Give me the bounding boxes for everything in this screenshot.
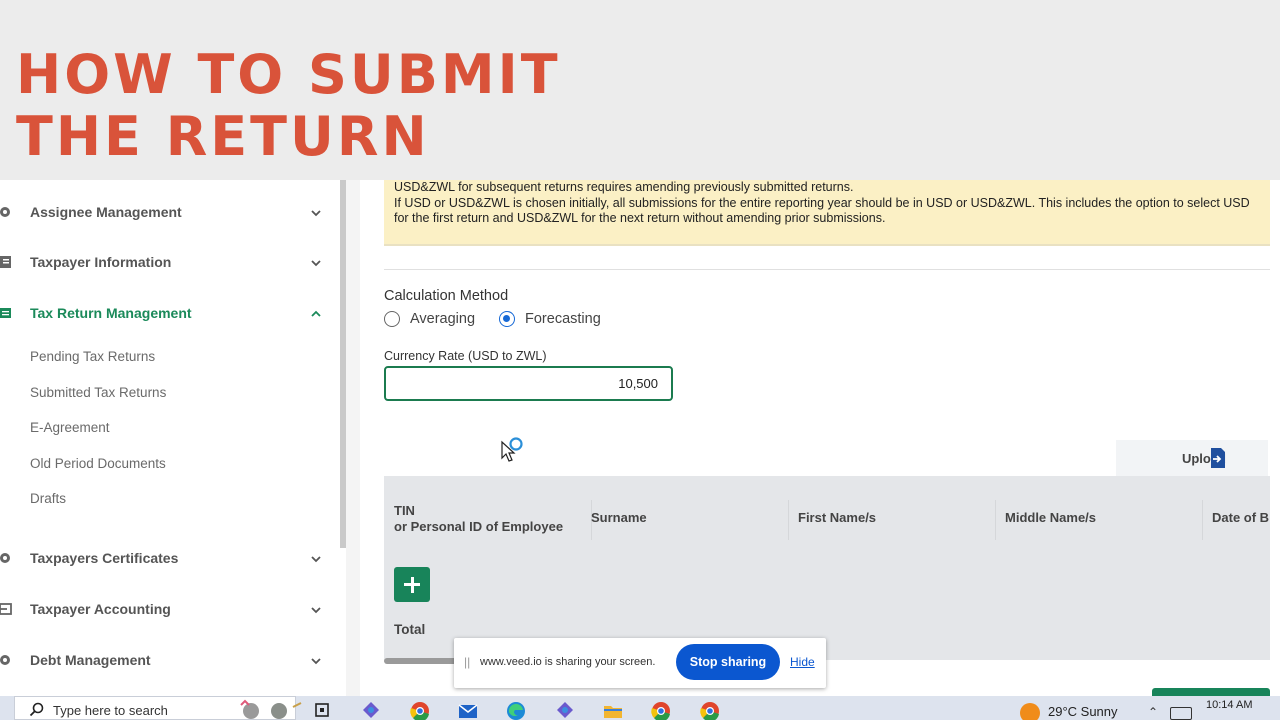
sidebar-item-label: Tax Return Management — [30, 305, 192, 321]
upload-button[interactable]: Upload — [1116, 440, 1268, 476]
weather-sun-icon[interactable] — [1020, 703, 1040, 720]
table-header-tin: TIN or Personal ID of Employee — [394, 503, 564, 534]
chevron-down-icon — [311, 210, 321, 217]
sidebar-item-debt-management[interactable]: Debt Management — [0, 640, 340, 680]
column-separator — [1202, 500, 1203, 540]
banner-title: HOW TO SUBMIT THE RETURN — [16, 43, 561, 168]
sidebar-subitem-e-agreement[interactable]: E-Agreement — [30, 420, 110, 435]
table-header-date-of-birth: Date of B — [1212, 510, 1270, 525]
copilot-icon[interactable] — [554, 700, 576, 720]
chevron-down-icon — [311, 658, 321, 665]
search-icon — [29, 702, 44, 717]
radio-averaging[interactable]: Averaging — [384, 310, 475, 328]
radio-label: Averaging — [410, 311, 476, 327]
chrome-icon[interactable] — [409, 700, 431, 720]
calculation-method-label: Calculation Method — [384, 288, 509, 304]
mail-icon[interactable] — [457, 700, 479, 720]
hide-link[interactable]: Hide — [790, 655, 815, 669]
notice-line-1: USD&ZWL for subsequent returns requires … — [394, 180, 854, 194]
login-icon — [0, 603, 12, 615]
copilot-icon[interactable] — [360, 700, 382, 720]
table-header-first-name: First Name/s — [798, 510, 877, 525]
document-icon — [0, 256, 11, 268]
currency-rate-label: Currency Rate (USD to ZWL) — [384, 349, 547, 363]
chevron-up-icon — [311, 310, 321, 317]
gear-icon — [0, 655, 10, 665]
birds-illustration-icon — [240, 699, 302, 719]
table-header-middle-name: Middle Name/s — [1005, 510, 1097, 525]
column-separator — [788, 500, 789, 540]
gear-icon — [0, 553, 10, 563]
add-row-button[interactable] — [394, 567, 430, 602]
chrome-icon[interactable] — [699, 700, 721, 720]
sidebar-item-taxpayer-accounting[interactable]: Taxpayer Accounting — [0, 589, 340, 629]
chevron-down-icon — [311, 260, 321, 267]
drag-handle-icon[interactable]: || — [464, 655, 470, 669]
mouse-cursor-icon — [501, 437, 523, 462]
sidebar-item-tax-return-management[interactable]: Tax Return Management — [0, 293, 340, 333]
sidebar-subitem-old-period-documents[interactable]: Old Period Documents — [30, 456, 166, 471]
employee-table: TIN or Personal ID of Employee Surname F… — [384, 476, 1270, 660]
upload-file-icon — [1211, 448, 1225, 468]
chevron-down-icon — [311, 607, 321, 614]
sidebar-item-taxpayer-information[interactable]: Taxpayer Information — [0, 242, 340, 282]
sidebar-item-label: Taxpayers Certificates — [30, 550, 179, 566]
table-header-surname: Surname — [591, 510, 647, 525]
sidebar-subitem-drafts[interactable]: Drafts — [30, 491, 66, 506]
currency-notice: USD&ZWL for subsequent returns requires … — [384, 180, 1270, 246]
search-placeholder: Type here to search — [53, 703, 168, 718]
sidebar-scroll-track — [346, 180, 360, 696]
sidebar-subitem-pending-tax-returns[interactable]: Pending Tax Returns — [30, 349, 155, 364]
stop-sharing-button[interactable]: Stop sharing — [676, 644, 780, 680]
clock-time[interactable]: 10:14 AM — [1206, 699, 1252, 711]
section-divider — [384, 269, 1270, 270]
sidebar-subitem-submitted-tax-returns[interactable]: Submitted Tax Returns — [30, 385, 166, 400]
list-icon — [0, 308, 11, 318]
chevron-down-icon — [311, 556, 321, 563]
total-label: Total — [394, 622, 426, 637]
screen-sharing-bar: || www.veed.io is sharing your screen. S… — [454, 638, 826, 688]
notice-line-2: If USD or USD&ZWL is chosen initially, a… — [394, 196, 1250, 225]
windows-taskbar: Type here to search 29°C Sunny ⌃ 10:14 A… — [0, 696, 1280, 720]
sidebar-item-taxpayers-certificates[interactable]: Taxpayers Certificates — [0, 538, 340, 578]
weather-text[interactable]: 29°C Sunny — [1048, 704, 1118, 719]
sharing-status-text: www.veed.io is sharing your screen. — [480, 656, 656, 668]
sidebar-item-label: Taxpayer Accounting — [30, 601, 171, 617]
gear-icon — [0, 207, 10, 217]
file-explorer-icon[interactable] — [602, 700, 624, 720]
radio-forecasting[interactable]: Forecasting — [499, 310, 601, 328]
sidebar-item-label: Assignee Management — [30, 204, 182, 220]
sidebar-item-label: Debt Management — [30, 652, 151, 668]
radio-label: Forecasting — [525, 311, 601, 327]
edge-icon[interactable] — [505, 700, 527, 720]
chrome-icon[interactable] — [650, 700, 672, 720]
sidebar-item-assignee-management[interactable]: Assignee Management — [0, 192, 340, 232]
table-horizontal-scrollbar[interactable] — [384, 658, 464, 664]
radio-circle-selected — [499, 311, 515, 327]
column-separator — [995, 500, 996, 540]
chevron-up-icon[interactable]: ⌃ — [1148, 705, 1158, 719]
radio-circle — [384, 311, 400, 327]
sidebar: Assignee Management Taxpayer Information… — [0, 180, 340, 696]
sidebar-item-label: Taxpayer Information — [30, 254, 172, 270]
keyboard-icon[interactable] — [1170, 707, 1192, 720]
title-banner: HOW TO SUBMIT THE RETURN — [0, 0, 1280, 180]
taskbar-search-box[interactable]: Type here to search — [14, 696, 302, 720]
currency-rate-input[interactable] — [384, 366, 673, 401]
submit-button-partial[interactable] — [1152, 688, 1270, 696]
task-view-icon[interactable] — [312, 700, 334, 720]
